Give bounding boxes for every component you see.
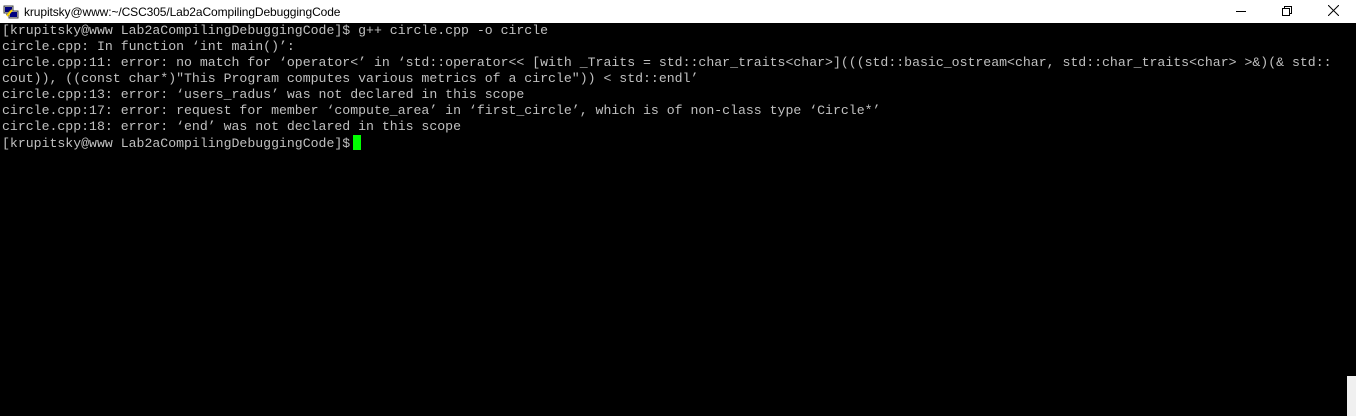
terminal-window: krupitsky@www:~/CSC305/Lab2aCompilingDeb… <box>0 0 1356 416</box>
terminal-line: circle.cpp:13: error: ‘users_radus’ was … <box>2 87 525 102</box>
terminal-line: circle.cpp:17: error: request for member… <box>2 103 881 118</box>
window-controls <box>1218 0 1356 23</box>
terminal-line: circle.cpp:18: error: ‘end’ was not decl… <box>2 119 461 134</box>
putty-terminal-icon[interactable] <box>3 4 19 20</box>
prompt-line[interactable]: [krupitsky@www Lab2aCompilingDebuggingCo… <box>2 135 1347 151</box>
title-bar[interactable]: krupitsky@www:~/CSC305/Lab2aCompilingDeb… <box>0 0 1356 23</box>
close-button[interactable] <box>1310 0 1356 23</box>
terminal-line: cout)), ((const char*)"This Program comp… <box>2 71 699 86</box>
terminal-cursor <box>353 135 362 150</box>
terminal-output[interactable]: [krupitsky@www Lab2aCompilingDebuggingCo… <box>0 23 1347 416</box>
minimize-button[interactable] <box>1218 0 1264 23</box>
terminal-line: circle.cpp:11: error: no match for ‘oper… <box>2 55 1332 70</box>
minimize-icon <box>1236 5 1246 19</box>
vertical-scrollbar[interactable] <box>1347 23 1356 416</box>
shell-prompt: [krupitsky@www Lab2aCompilingDebuggingCo… <box>2 136 351 151</box>
terminal-line: circle.cpp: In function ‘int main()’: <box>2 39 295 54</box>
scrollbar-thumb[interactable] <box>1347 376 1356 416</box>
restore-icon <box>1282 5 1292 19</box>
close-icon <box>1327 4 1339 19</box>
window-title: krupitsky@www:~/CSC305/Lab2aCompilingDeb… <box>24 4 341 19</box>
maximize-button[interactable] <box>1264 0 1310 23</box>
terminal-line: [krupitsky@www Lab2aCompilingDebuggingCo… <box>2 23 549 38</box>
